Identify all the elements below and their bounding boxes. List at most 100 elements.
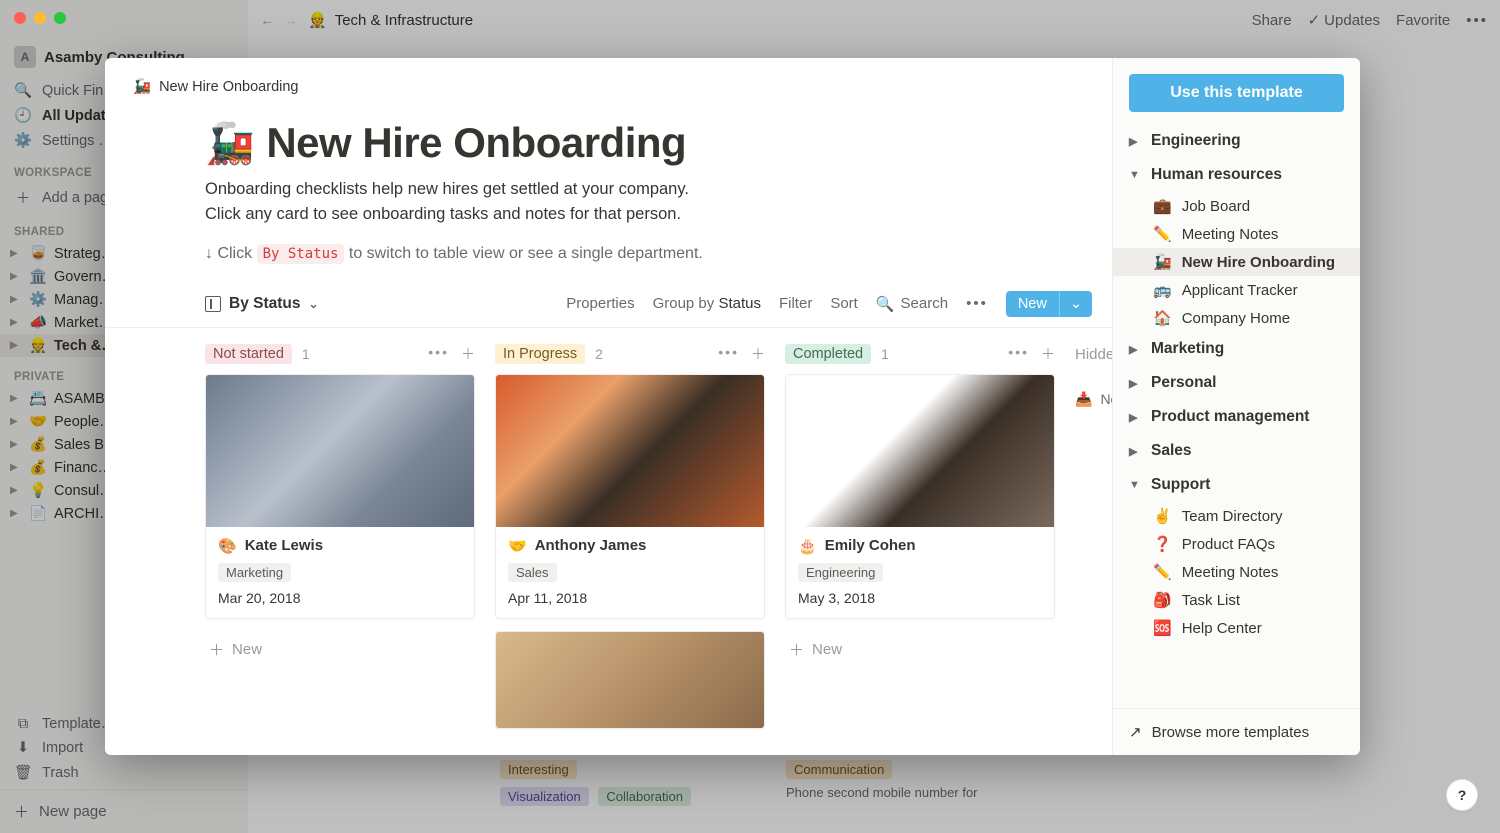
template-item[interactable]: ✏️Meeting Notes	[1113, 558, 1360, 586]
template-item[interactable]: ✌️ Team Directory	[1113, 502, 1360, 530]
category-label: Support	[1151, 476, 1210, 494]
card-name: Kate Lewis	[245, 537, 323, 554]
template-category[interactable]: ▶Sales	[1113, 434, 1360, 468]
template-item[interactable]: 🆘Help Center	[1113, 614, 1360, 642]
status-pill[interactable]: Completed	[785, 344, 871, 364]
template-emoji: ✏️	[1153, 563, 1172, 581]
template-category[interactable]: ▶Marketing	[1113, 332, 1360, 366]
column-add-button[interactable]: ＋	[1041, 344, 1055, 364]
card-cover	[496, 375, 764, 527]
inbox-icon: 📥	[1075, 391, 1092, 408]
label: Browse more templates	[1152, 724, 1310, 741]
label: New	[812, 641, 842, 658]
help-button[interactable]: ?	[1446, 779, 1478, 811]
template-category[interactable]: ▶Product management	[1113, 400, 1360, 434]
use-template-button[interactable]: Use this template	[1129, 74, 1344, 112]
card-cover	[496, 632, 764, 728]
triangle-right-icon: ▶	[1129, 343, 1141, 356]
plus-icon: ＋	[209, 639, 224, 660]
category-label: Sales	[1151, 442, 1192, 460]
template-emoji: 🆘	[1153, 619, 1172, 637]
properties-button[interactable]: Properties	[566, 295, 634, 312]
template-label: Team Directory	[1182, 508, 1283, 525]
board-card[interactable]	[495, 631, 765, 729]
card-dept-tag: Sales	[508, 563, 557, 582]
template-item[interactable]: ✏️Meeting Notes	[1113, 220, 1360, 248]
triangle-right-icon: ▶	[1129, 377, 1141, 390]
column-add-button[interactable]: ＋	[751, 344, 765, 364]
template-category[interactable]: ▶Engineering	[1113, 124, 1360, 158]
more-button[interactable]: •••	[966, 295, 988, 312]
template-label: New Hire Onboarding	[1182, 254, 1335, 271]
card-cover	[786, 375, 1054, 527]
template-item[interactable]: 🎒 Task List	[1113, 586, 1360, 614]
title-text: New Hire Onboarding	[266, 119, 686, 167]
category-label: Engineering	[1151, 132, 1241, 150]
template-item[interactable]: 🚌Applicant Tracker	[1113, 276, 1360, 304]
column-new-card[interactable]: ＋New	[785, 631, 1055, 668]
column-header: In Progress 2 •••＋	[495, 344, 765, 374]
template-item[interactable]: ❓ Product FAQs	[1113, 530, 1360, 558]
template-category[interactable]: ▶ Personal	[1113, 366, 1360, 400]
template-item[interactable]: 💼Job Board	[1113, 192, 1360, 220]
card-emoji: 🎂	[798, 537, 817, 555]
label: New	[232, 641, 262, 658]
modal-breadcrumb[interactable]: 🚂 New Hire Onboarding	[105, 78, 1112, 95]
status-pill[interactable]: Not started	[205, 344, 292, 364]
search-button[interactable]: 🔍 Search	[876, 295, 948, 313]
column-new-card[interactable]: ＋ New	[205, 631, 475, 668]
template-label: Task List	[1182, 592, 1240, 609]
triangle-down-icon: ▼	[1129, 479, 1141, 491]
hidden-columns-label[interactable]: Hidden	[1075, 344, 1112, 363]
template-sidebar: Use this template ▶Engineering ▼Human re…	[1112, 58, 1360, 755]
sort-button[interactable]: Sort	[830, 295, 858, 312]
board-column: Completed 1 •••＋ 🎂Emily Cohen Engineerin…	[785, 344, 1055, 741]
no-status-row[interactable]: 📥 No	[1075, 391, 1112, 408]
template-item[interactable]: 🚂New Hire Onboarding	[1113, 248, 1360, 276]
chevron-down-icon: ⌄	[309, 297, 319, 311]
template-emoji: ❓	[1153, 535, 1172, 553]
page-emoji: 🚂	[133, 78, 151, 95]
column-add-button[interactable]: ＋	[461, 344, 475, 364]
page-hint: ↓ Click By Status to switch to table vie…	[205, 245, 1112, 263]
template-category[interactable]: ▼ Support	[1113, 468, 1360, 502]
board-card[interactable]: 🎨Kate Lewis Marketing Mar 20, 2018	[205, 374, 475, 619]
page-title-heading: 🚂 New Hire Onboarding	[205, 119, 1112, 167]
column-header: Completed 1 •••＋	[785, 344, 1055, 374]
new-button[interactable]: New⌄	[1006, 291, 1092, 317]
external-link-icon: ↗	[1129, 723, 1142, 741]
template-emoji: 🎒	[1153, 591, 1172, 609]
board-column: In Progress 2 •••＋ 🤝Anthony James Sales …	[495, 344, 765, 741]
board-card[interactable]: 🤝Anthony James Sales Apr 11, 2018	[495, 374, 765, 619]
browse-templates-button[interactable]: ↗ Browse more templates	[1113, 708, 1360, 755]
template-modal: 🚂 New Hire Onboarding 🚂 New Hire Onboardi…	[105, 58, 1360, 755]
column-header: Not started 1 •••＋	[205, 344, 475, 374]
category-label: Personal	[1151, 374, 1216, 392]
board-card[interactable]: 🎂Emily Cohen Engineering May 3, 2018	[785, 374, 1055, 619]
page-hero: 🚂New Hire Onboarding Onboarding checklis…	[105, 95, 1112, 281]
column-more-button[interactable]: •••	[1008, 344, 1029, 364]
status-pill[interactable]: In Progress	[495, 344, 585, 364]
template-emoji: 💼	[1153, 197, 1172, 215]
view-selector[interactable]: By Status ⌄	[205, 295, 319, 313]
page-emoji: 🚂	[205, 120, 254, 167]
chevron-down-icon: ⌄	[1059, 291, 1092, 317]
filter-button[interactable]: Filter	[779, 295, 812, 312]
template-label: Product FAQs	[1182, 536, 1275, 553]
card-dept-tag: Marketing	[218, 563, 291, 582]
board-icon	[205, 296, 221, 312]
column-more-button[interactable]: •••	[428, 344, 449, 364]
category-label: Product management	[1151, 408, 1309, 426]
template-emoji: ✌️	[1153, 507, 1172, 525]
card-emoji: 🎨	[218, 537, 237, 555]
label: Search	[901, 295, 949, 312]
view-toolbar: By Status ⌄ Properties Group by Status F…	[105, 281, 1112, 328]
column-more-button[interactable]: •••	[718, 344, 739, 364]
search-icon: 🔍	[876, 295, 895, 313]
group-by-button[interactable]: Group by Status	[653, 295, 761, 312]
card-emoji: 🤝	[508, 537, 527, 555]
template-label: Applicant Tracker	[1182, 282, 1298, 299]
template-item[interactable]: 🏠Company Home	[1113, 304, 1360, 332]
template-category[interactable]: ▼Human resources	[1113, 158, 1360, 192]
board-overflow: Hidden 📥 No	[1075, 344, 1112, 741]
